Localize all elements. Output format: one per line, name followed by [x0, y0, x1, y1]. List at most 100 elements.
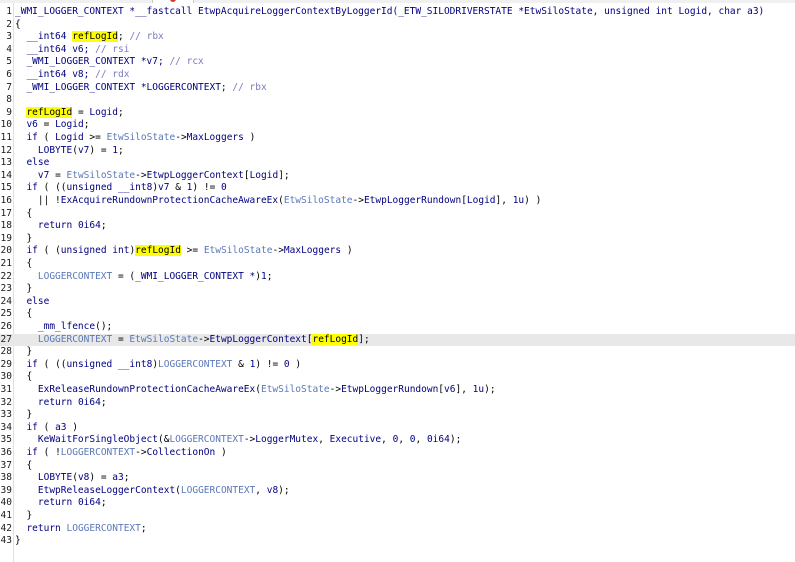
function-name-token[interactable]: LOBYTE: [38, 145, 72, 156]
function-name-token[interactable]: _mm_lfence: [38, 321, 95, 332]
code-text[interactable]: refLogId = Logid;: [15, 106, 124, 120]
code-line[interactable]: 3 __int64 refLogId; // rbx: [0, 31, 795, 44]
code-text[interactable]: || !ExAcquireRundownProtectionCacheAware…: [15, 195, 541, 208]
code-line[interactable]: 31 ExReleaseRundownProtectionCacheAwareE…: [0, 384, 795, 397]
code-text[interactable]: if ( ((unsigned __int8)LOGGERCONTEXT & 1…: [15, 359, 301, 372]
code-text[interactable]: else: [15, 296, 49, 309]
variable-token[interactable]: LOGGERCONTEXT: [169, 434, 243, 445]
variable-token[interactable]: LOGGERCONTEXT: [158, 359, 232, 370]
code-text[interactable]: }: [15, 510, 32, 523]
code-text[interactable]: }: [15, 346, 32, 359]
code-line[interactable]: 33 }: [0, 409, 795, 422]
code-text[interactable]: _mm_lfence();: [15, 321, 112, 334]
code-line[interactable]: 23 }: [0, 283, 795, 296]
variable-token[interactable]: EtwSiloState: [204, 245, 273, 256]
function-name-token[interactable]: LOBYTE: [38, 472, 72, 483]
function-name-token[interactable]: ExAcquireRundownProtectionCacheAwareEx: [61, 195, 278, 206]
variable-token[interactable]: LOGGERCONTEXT: [181, 485, 255, 496]
code-line[interactable]: 41 }: [0, 510, 795, 523]
variable-token[interactable]: EtwSiloState: [107, 132, 176, 143]
code-text[interactable]: LOBYTE(v7) = 1;: [15, 145, 124, 158]
code-text[interactable]: v6 = Logid;: [15, 119, 89, 132]
code-text[interactable]: _WMI_LOGGER_CONTEXT *__fastcall EtwpAcqu…: [15, 6, 764, 19]
code-text[interactable]: if ( Logid >= EtwSiloState->MaxLoggers ): [15, 132, 255, 145]
code-text[interactable]: _WMI_LOGGER_CONTEXT *LOGGERCONTEXT; // r…: [15, 82, 266, 95]
code-text[interactable]: __int64 v8; // rdx: [15, 69, 129, 82]
highlighted-identifier[interactable]: refLogId: [26, 106, 73, 118]
code-line[interactable]: 1 _WMI_LOGGER_CONTEXT *__fastcall EtwpAcq…: [0, 6, 795, 19]
function-name-token[interactable]: EtwpReleaseLoggerContext: [38, 485, 175, 496]
code-line[interactable]: 40 return 0i64;: [0, 497, 795, 510]
code-text[interactable]: if ( (unsigned int) refLogId >= EtwSiloSt…: [15, 245, 353, 258]
code-text[interactable]: {: [15, 258, 32, 271]
highlighted-identifier[interactable]: refLogId: [135, 245, 181, 257]
code-text[interactable]: LOGGERCONTEXT = EtwSiloState->EtwpLogger…: [15, 333, 370, 347]
code-line[interactable]: 32 return 0i64;: [0, 397, 795, 410]
code-line[interactable]: 43}: [0, 535, 795, 548]
variable-token[interactable]: LOGGERCONTEXT: [67, 523, 141, 534]
code-line[interactable]: 28 }: [0, 346, 795, 359]
code-text[interactable]: LOBYTE(v8) = a3;: [15, 472, 130, 485]
highlighted-identifier[interactable]: refLogId: [72, 31, 118, 43]
variable-token[interactable]: EtwSiloState: [129, 334, 198, 345]
code-line[interactable]: 11 if ( Logid >= EtwSiloState->MaxLogger…: [0, 132, 795, 145]
variable-token[interactable]: EtwSiloState: [284, 195, 353, 206]
code-line[interactable]: 36 if ( !LOGGERCONTEXT->CollectionOn ): [0, 447, 795, 460]
code-line[interactable]: 22 LOGGERCONTEXT = (_WMI_LOGGER_CONTEXT …: [0, 271, 795, 284]
code-text[interactable]: {: [15, 208, 32, 221]
code-line[interactable]: 42 return LOGGERCONTEXT;: [0, 523, 795, 536]
code-line[interactable]: 18 return 0i64;: [0, 220, 795, 233]
code-line[interactable]: 5 _WMI_LOGGER_CONTEXT *v7; // rcx: [0, 56, 795, 69]
variable-token[interactable]: EtwSiloState: [67, 170, 136, 181]
code-text[interactable]: if ( a3 ): [15, 422, 78, 435]
code-text[interactable]: ExReleaseRundownProtectionCacheAwareEx(E…: [15, 384, 496, 397]
code-line[interactable]: 12 LOBYTE(v7) = 1;: [0, 145, 795, 158]
code-line[interactable]: 17 {: [0, 208, 795, 221]
variable-token[interactable]: EtwSiloState: [261, 384, 330, 395]
code-line[interactable]: 30 {: [0, 371, 795, 384]
code-line[interactable]: 10 v6 = Logid;: [0, 119, 795, 132]
code-line[interactable]: 34 if ( a3 ): [0, 422, 795, 435]
code-text[interactable]: EtwpReleaseLoggerContext(LOGGERCONTEXT, …: [15, 485, 290, 498]
code-line[interactable]: 8: [0, 94, 795, 107]
code-line[interactable]: 24 else: [0, 296, 795, 309]
code-line[interactable]: 9 refLogId = Logid;: [0, 106, 795, 120]
code-line[interactable]: 25 {: [0, 308, 795, 321]
code-text[interactable]: return LOGGERCONTEXT;: [15, 523, 146, 536]
code-line[interactable]: 16 || !ExAcquireRundownProtectionCacheAw…: [0, 195, 795, 208]
code-text[interactable]: LOGGERCONTEXT = (_WMI_LOGGER_CONTEXT *)1…: [15, 271, 273, 284]
tab-close-icon[interactable]: [170, 0, 176, 2]
code-text[interactable]: __int64 refLogId; // rbx: [15, 31, 164, 44]
code-line[interactable]: 29 if ( ((unsigned __int8)LOGGERCONTEXT …: [0, 359, 795, 372]
code-line[interactable]: 4 __int64 v6; // rsi: [0, 44, 795, 57]
code-line[interactable]: 37 {: [0, 460, 795, 473]
code-line[interactable]: 14 v7 = EtwSiloState->EtwpLoggerContext[…: [0, 170, 795, 183]
code-text[interactable]: {: [15, 19, 21, 32]
variable-token[interactable]: LOGGERCONTEXT: [38, 334, 112, 345]
code-line[interactable]: 2{: [0, 19, 795, 32]
code-line[interactable]: 15 if ( ((unsigned __int8)v7 & 1) != 0: [0, 182, 795, 195]
code-line[interactable]: 26 _mm_lfence();: [0, 321, 795, 334]
variable-token[interactable]: LOGGERCONTEXT: [61, 447, 135, 458]
code-text[interactable]: {: [15, 460, 32, 473]
code-text[interactable]: {: [15, 308, 32, 321]
code-line[interactable]: 39 EtwpReleaseLoggerContext(LOGGERCONTEX…: [0, 485, 795, 498]
code-line[interactable]: 19 }: [0, 233, 795, 246]
code-text[interactable]: }: [15, 535, 21, 548]
code-text[interactable]: if ( ((unsigned __int8)v7 & 1) != 0: [15, 182, 226, 195]
code-line[interactable]: 38 LOBYTE(v8) = a3;: [0, 472, 795, 485]
code-text[interactable]: }: [15, 233, 32, 246]
pseudocode-view[interactable]: 1 _WMI_LOGGER_CONTEXT *__fastcall EtwpAcq…: [0, 3, 795, 562]
code-text[interactable]: }: [15, 409, 32, 422]
code-line[interactable]: 6 __int64 v8; // rdx: [0, 69, 795, 82]
code-line[interactable]: 35 KeWaitForSingleObject(&LOGGERCONTEXT-…: [0, 434, 795, 447]
function-name-token[interactable]: KeWaitForSingleObject: [38, 434, 158, 445]
code-text[interactable]: KeWaitForSingleObject(&LOGGERCONTEXT->Lo…: [15, 434, 461, 447]
code-text[interactable]: else: [15, 157, 49, 170]
code-line[interactable]: 21 {: [0, 258, 795, 271]
code-line[interactable]: 20 if ( (unsigned int) refLogId >= EtwSil…: [0, 245, 795, 258]
code-text[interactable]: return 0i64;: [15, 497, 107, 510]
highlighted-identifier[interactable]: refLogId: [312, 333, 359, 345]
code-line[interactable]: 27 LOGGERCONTEXT = EtwSiloState->EtwpLog…: [0, 333, 795, 347]
code-text[interactable]: __int64 v6; // rsi: [15, 44, 129, 57]
